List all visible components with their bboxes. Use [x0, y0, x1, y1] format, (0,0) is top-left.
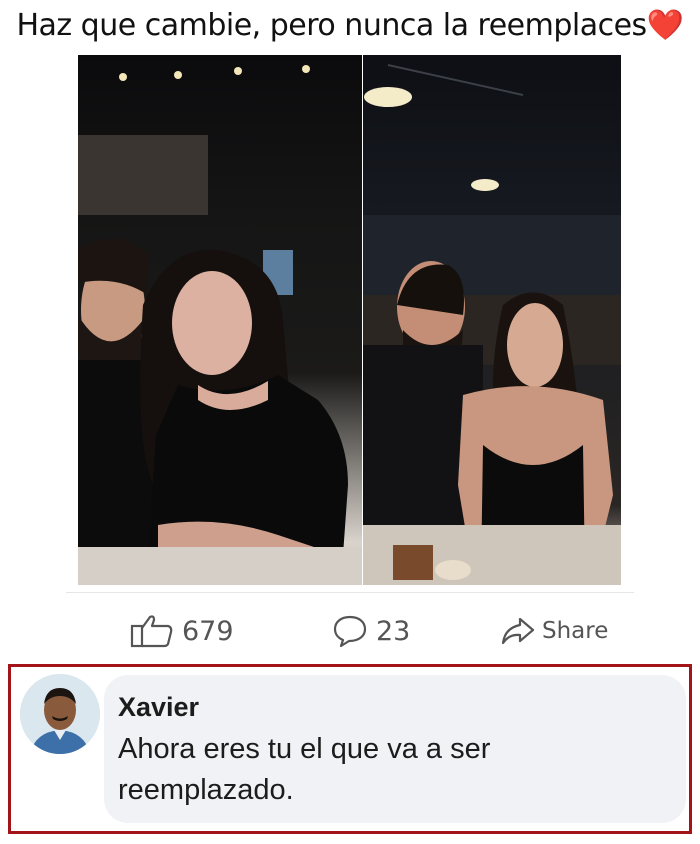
heart-icon: ❤️ [646, 8, 684, 43]
comment-bubble-icon [333, 615, 367, 648]
share-label: Share [542, 618, 609, 644]
share-arrow-icon [501, 617, 535, 645]
meme-caption: Haz que cambie, pero nunca la reemplaces… [0, 6, 700, 46]
comment-count: 23 [376, 615, 411, 647]
share-button[interactable]: Share [500, 611, 608, 651]
comment-button[interactable]: 23 [332, 611, 410, 651]
avatar[interactable] [20, 674, 100, 754]
thumbs-up-icon [130, 615, 173, 648]
like-button[interactable]: 679 [130, 611, 234, 651]
comment-text: Ahora eres tu el que va a ser reemplazad… [118, 733, 491, 806]
highlighted-comment: Xavier Ahora eres tu el que va a ser ree… [8, 664, 692, 834]
like-count: 679 [182, 615, 234, 647]
photo-before-image [78, 65, 362, 585]
caption-text: Haz que cambie, pero nunca la reemplaces [16, 8, 647, 43]
post-engagement-bar: 679 23 Share [66, 592, 634, 664]
photo-after [363, 55, 621, 585]
photo-before [78, 55, 362, 585]
photo-after-image [363, 64, 621, 585]
comment-bubble: Xavier Ahora eres tu el que va a ser ree… [104, 675, 686, 823]
avatar-image [20, 674, 100, 754]
comment-author[interactable]: Xavier [118, 689, 686, 725]
photo-collage [78, 55, 621, 585]
